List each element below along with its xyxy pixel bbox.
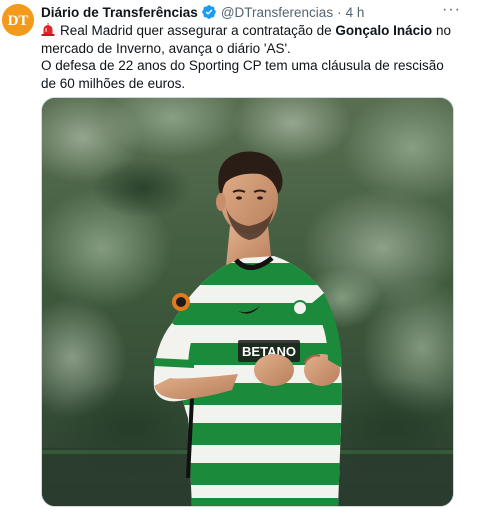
tweet-media-photo[interactable]: BETANO: [41, 97, 454, 507]
verified-badge-icon: [201, 4, 217, 20]
tweet-header: Diário de Transferências @DTransferencia…: [41, 2, 364, 22]
tweet-text-line1: Real Madrid quer assegurar a contratação…: [41, 22, 461, 57]
siren-icon: [41, 23, 55, 36]
tweet[interactable]: DT Diário de Transferências @DTransferen…: [0, 0, 477, 513]
tweet-text-bold-name: Gonçalo Inácio: [335, 23, 433, 38]
timestamp[interactable]: 4 h: [346, 5, 365, 20]
separator: ·: [337, 4, 342, 20]
more-options-button[interactable]: ···: [442, 2, 461, 18]
svg-text:DT: DT: [8, 13, 29, 29]
tweet-text: Real Madrid quer assegurar a contratação…: [41, 22, 461, 92]
avatar[interactable]: DT: [2, 4, 34, 36]
tweet-text-line2: O defesa de 22 anos do Sporting CP tem u…: [41, 58, 444, 91]
dt-logo-icon: DT: [2, 4, 34, 36]
player-photo-image: BETANO: [42, 98, 453, 506]
tweet-text-pre: Real Madrid quer assegurar a contratação…: [60, 23, 336, 38]
display-name[interactable]: Diário de Transferências: [41, 5, 198, 20]
handle[interactable]: @DTransferencias: [221, 5, 333, 20]
